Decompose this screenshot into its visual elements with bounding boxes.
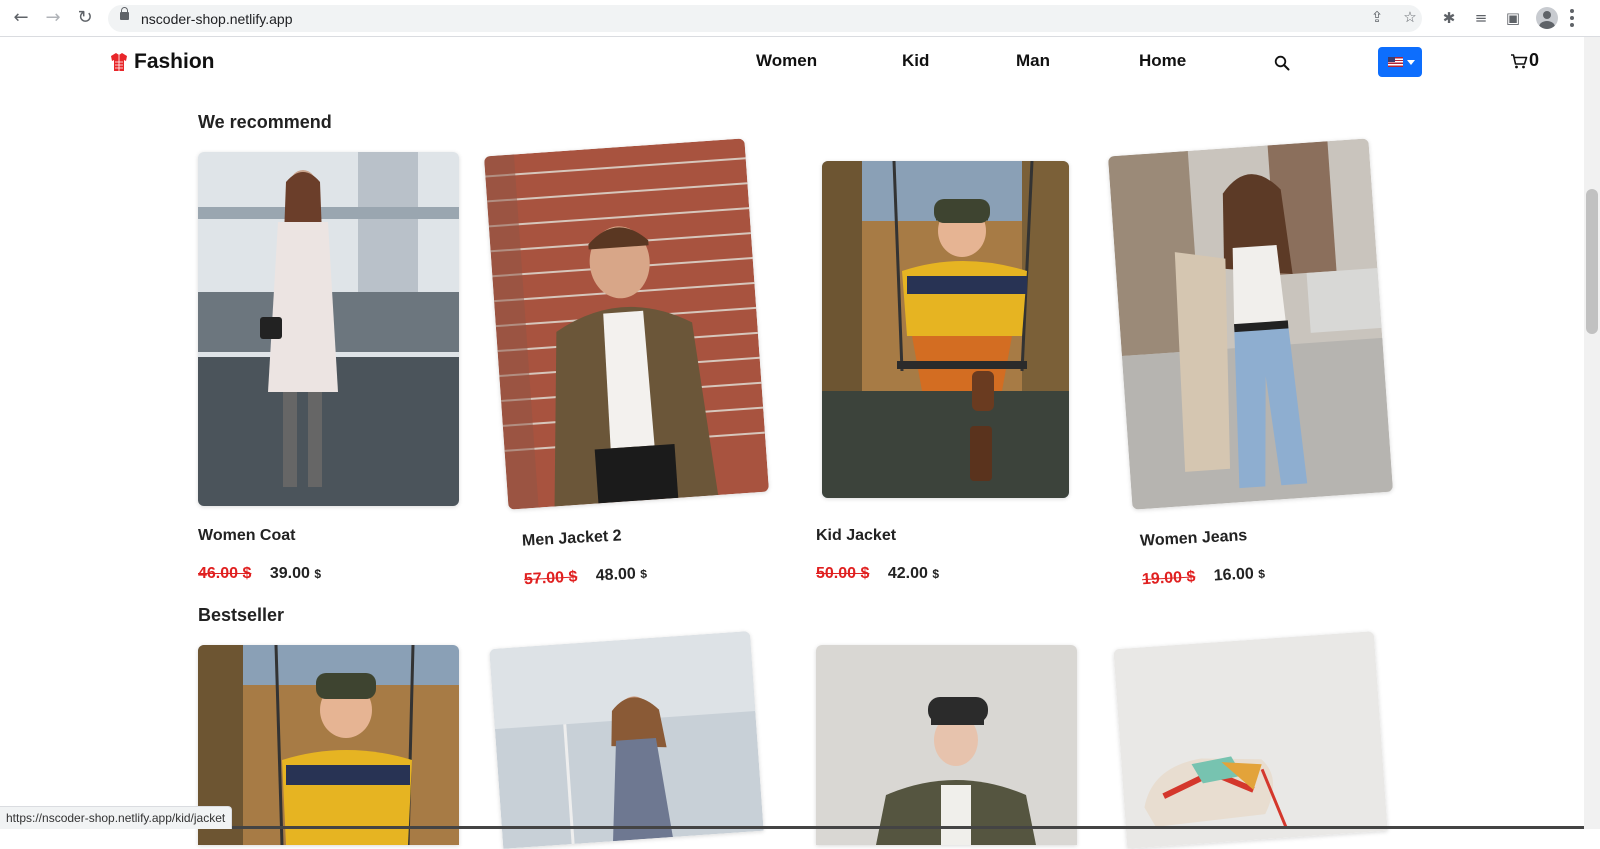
product-price: 19.00 $ 16.00 $: [1142, 565, 1266, 589]
old-price: 46.00 $: [198, 565, 252, 582]
scrollbar-thumb[interactable]: [1586, 189, 1598, 334]
section-title-recommend: We recommend: [198, 112, 332, 132]
new-price: 39.00: [269, 565, 310, 582]
currency: $: [1257, 566, 1266, 582]
product-image-women-jeans[interactable]: [1107, 138, 1394, 510]
new-price: 16.00: [1213, 565, 1255, 585]
product-image-bestseller-1[interactable]: [198, 645, 459, 845]
product-image-bestseller-4[interactable]: [1113, 631, 1388, 849]
product-image-women-coat[interactable]: [198, 152, 459, 506]
reading-list-icon[interactable]: ≡: [1471, 8, 1491, 28]
language-dropdown-button[interactable]: [1378, 47, 1422, 77]
product-name[interactable]: Women Coat: [198, 527, 295, 545]
new-price: 48.00: [595, 565, 637, 585]
section-title-bestseller: Bestseller: [198, 605, 285, 625]
product-price: 50.00 $ 42.00 $: [816, 565, 939, 583]
currency: $: [639, 566, 648, 582]
address-bar[interactable]: nscoder-shop.netlify.app: [108, 5, 1422, 32]
product-image-bestseller-2[interactable]: [489, 631, 764, 849]
brand-logo[interactable]: Fashion: [110, 50, 215, 74]
search-icon[interactable]: [1274, 55, 1290, 71]
product-image-kid-jacket[interactable]: [822, 161, 1069, 498]
link-status-bar: https://nscoder-shop.netlify.app/kid/jac…: [0, 806, 233, 829]
cart-button[interactable]: 0: [1510, 50, 1539, 71]
product-name[interactable]: Men Jacket 2: [522, 527, 622, 550]
currency: $: [314, 567, 322, 581]
extensions-icon[interactable]: ✱: [1439, 8, 1459, 28]
address-url[interactable]: nscoder-shop.netlify.app: [141, 11, 293, 27]
currency: $: [932, 567, 940, 581]
old-price: 50.00 $: [816, 565, 870, 582]
page-scrollbar[interactable]: [1584, 37, 1600, 829]
product-name[interactable]: Kid Jacket: [816, 527, 896, 545]
old-price: 57.00 $: [523, 568, 578, 589]
chrome-menu-icon[interactable]: [1570, 9, 1574, 27]
nav-man[interactable]: Man: [1016, 51, 1050, 71]
reload-icon[interactable]: ↻: [75, 8, 95, 28]
forward-icon[interactable]: →: [43, 8, 63, 28]
side-panel-icon[interactable]: ▣: [1503, 8, 1523, 28]
bookmark-star-icon[interactable]: ☆: [1401, 8, 1419, 26]
back-icon[interactable]: ←: [11, 8, 31, 28]
caret-down-icon: [1407, 60, 1415, 65]
cart-icon: [1511, 53, 1528, 68]
new-price: 42.00: [887, 565, 928, 582]
old-price: 19.00 $: [1141, 568, 1196, 589]
jacket-icon: [111, 53, 127, 71]
nav-kid[interactable]: Kid: [902, 51, 929, 71]
product-image-bestseller-3[interactable]: [816, 645, 1077, 845]
share-icon[interactable]: ⇪: [1368, 8, 1386, 26]
product-name[interactable]: Women Jeans: [1140, 527, 1248, 551]
lock-icon: [120, 7, 129, 20]
us-flag-icon: [1388, 57, 1403, 67]
profile-avatar-icon[interactable]: [1536, 7, 1558, 29]
product-price: 57.00 $ 48.00 $: [524, 565, 648, 589]
nav-home[interactable]: Home: [1139, 51, 1186, 71]
nav-women[interactable]: Women: [756, 51, 817, 71]
site-header: Fashion Women Kid Man Home 0: [0, 37, 1584, 89]
product-image-men-jacket-2[interactable]: [483, 138, 770, 510]
cart-count: 0: [1529, 50, 1540, 70]
browser-toolbar: ← → ↻ nscoder-shop.netlify.app ⇪ ☆ ✱ ≡ ▣: [0, 0, 1600, 37]
product-price: 46.00 $ 39.00 $: [198, 565, 321, 583]
brand-name: Fashion: [134, 50, 215, 73]
